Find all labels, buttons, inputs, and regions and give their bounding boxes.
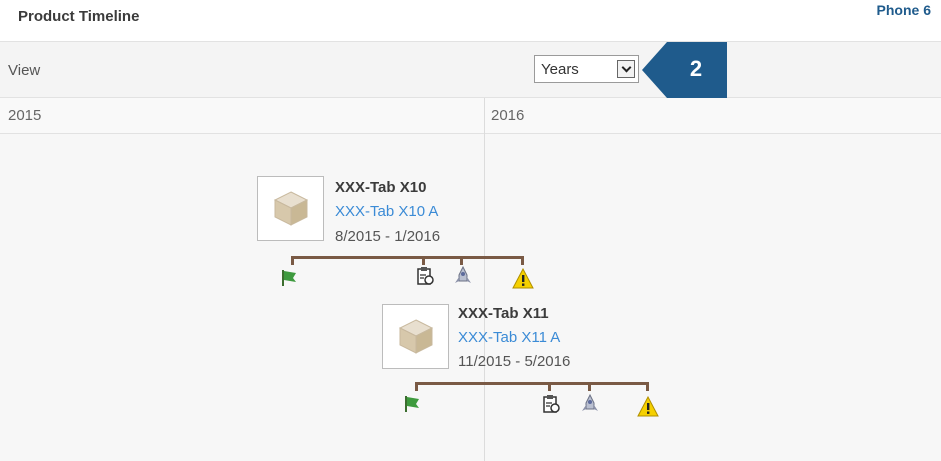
box-icon <box>273 191 309 226</box>
clipboard-icon[interactable] <box>415 266 435 286</box>
timeline-end-tick <box>646 382 649 391</box>
year-header: 2015 2016 <box>0 98 941 134</box>
product-link[interactable]: XXX-Tab X11 A <box>458 329 560 346</box>
page-title: Product Timeline <box>18 8 140 25</box>
timeline-tick <box>588 382 591 391</box>
timeline-tick <box>460 256 463 265</box>
timeline-tick <box>422 256 425 265</box>
flag-icon[interactable] <box>402 394 422 414</box>
timeline-tick <box>548 382 551 391</box>
warning-icon[interactable] <box>637 395 659 417</box>
view-select-value: Years <box>541 61 579 78</box>
year-2016-label: 2016 <box>491 107 525 124</box>
phone-label: Phone 6 <box>876 2 931 18</box>
timeline-bar <box>291 256 524 259</box>
box-icon <box>398 319 434 354</box>
chevron-down-icon[interactable] <box>617 60 635 78</box>
step-callout: 2 <box>642 42 727 98</box>
warning-icon[interactable] <box>512 267 534 289</box>
view-select[interactable]: Years <box>534 55 639 83</box>
flag-icon[interactable] <box>279 268 299 288</box>
product-dates: 11/2015 - 5/2016 <box>458 353 571 370</box>
timeline-end-tick <box>521 256 524 265</box>
rocket-icon[interactable] <box>453 265 473 286</box>
product-link[interactable]: XXX-Tab X10 A <box>335 203 438 220</box>
view-label: View <box>8 62 41 79</box>
year-2015-label: 2015 <box>8 107 42 124</box>
product-thumbnail[interactable] <box>257 176 324 241</box>
product-thumbnail[interactable] <box>382 304 449 369</box>
clipboard-icon[interactable] <box>541 394 561 414</box>
timeline-start-tick <box>415 382 418 391</box>
timeline-bar <box>415 382 649 385</box>
view-bar: View Years 2 <box>0 41 941 98</box>
rocket-icon[interactable] <box>580 393 600 414</box>
product-name: XXX-Tab X11 <box>458 305 549 322</box>
timeline-area <box>0 134 941 461</box>
product-name: XXX-Tab X10 <box>335 179 427 196</box>
callout-number: 2 <box>689 56 703 81</box>
timeline-start-tick <box>291 256 294 265</box>
year-divider <box>484 98 485 461</box>
product-dates: 8/2015 - 1/2016 <box>335 228 441 245</box>
